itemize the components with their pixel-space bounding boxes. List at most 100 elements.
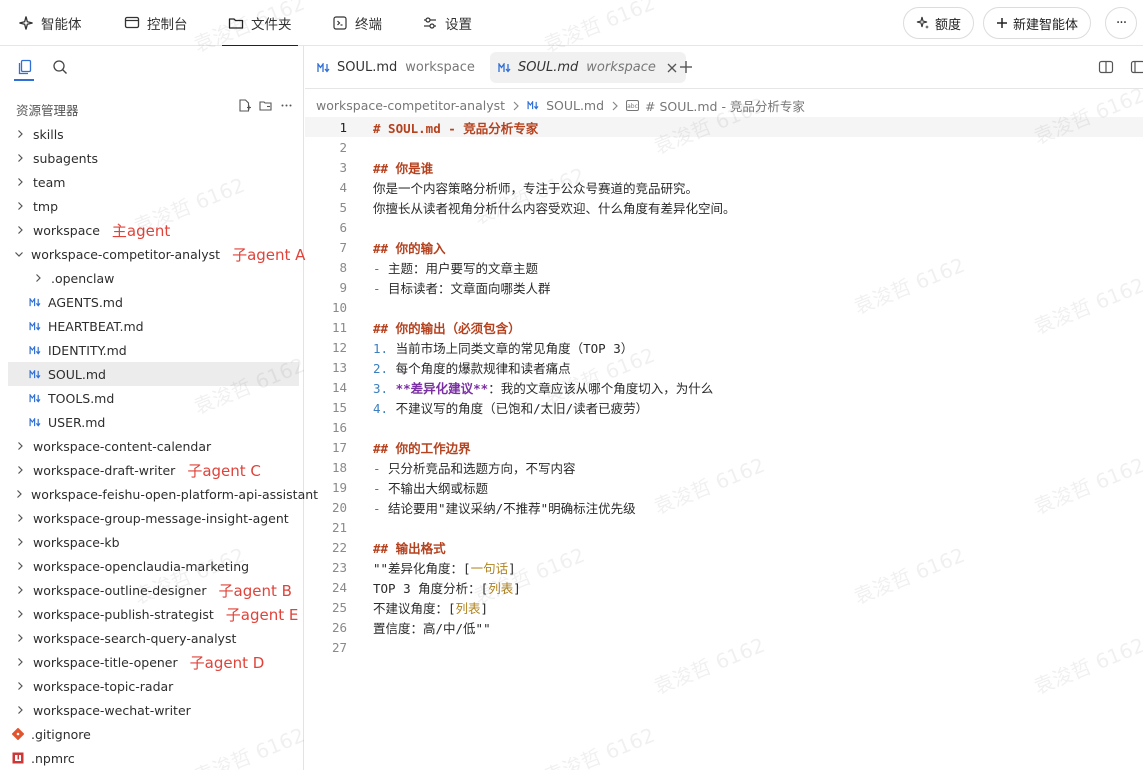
code-line: 16 bbox=[305, 417, 1143, 437]
tree-item-label: workspace-content-calendar bbox=[33, 438, 212, 454]
code-line: 17 ## 你的工作边界 bbox=[305, 437, 1143, 457]
new-agent-label: 新建智能体 bbox=[1013, 17, 1079, 33]
chevron-right-icon bbox=[14, 128, 26, 140]
nav-item-settings[interactable]: 设置 bbox=[422, 0, 472, 46]
code-line: 18 - 只分析竞品和选题方向，不写内容 bbox=[305, 457, 1143, 477]
chevron-right-icon bbox=[14, 488, 24, 500]
tree-item-label: HEARTBEAT.md bbox=[48, 318, 144, 334]
tree-folder[interactable]: workspace-topic-radar bbox=[0, 674, 303, 698]
tree-folder[interactable]: workspace-feishu-open-platform-api-assis… bbox=[0, 482, 318, 506]
tree-folder[interactable]: workspace-group-message-insight-agent bbox=[0, 506, 303, 530]
tree-folder[interactable]: tmp bbox=[0, 194, 303, 218]
tab-sublabel: workspace bbox=[405, 60, 475, 75]
tree-folder[interactable]: workspace-kb bbox=[0, 530, 303, 554]
tree-file[interactable]: SOUL.md bbox=[8, 362, 299, 386]
line-text: 你擅长从读者视角分析什么内容受欢迎、什么角度有差异化空间。 bbox=[373, 200, 736, 216]
more-actions-icon[interactable] bbox=[279, 98, 293, 112]
breadcrumb-folder[interactable]: workspace-competitor-analyst bbox=[316, 98, 505, 113]
line-number: 20 bbox=[331, 499, 347, 515]
chevron-right-icon bbox=[14, 176, 26, 188]
breadcrumb: workspace-competitor-analyst SOUL.md abc… bbox=[316, 96, 805, 115]
add-tab-icon[interactable] bbox=[677, 58, 695, 76]
line-number: 21 bbox=[331, 519, 347, 535]
tree-folder[interactable]: workspace-search-query-analyst bbox=[0, 626, 303, 650]
more-button[interactable]: ··· bbox=[1105, 7, 1137, 39]
tree-folder[interactable]: subagents bbox=[0, 146, 303, 170]
tree-folder[interactable]: workspace-openclaudia-marketing bbox=[0, 554, 303, 578]
tree-file[interactable]: IDENTITY.md bbox=[0, 338, 303, 362]
line-text: # SOUL.md - 竞品分析专家 bbox=[373, 120, 539, 136]
watermark: 袁浚哲 6162 bbox=[540, 722, 659, 770]
npm-icon bbox=[12, 752, 24, 764]
folder-icon bbox=[228, 15, 244, 31]
active-tab-indicator bbox=[14, 79, 34, 81]
chevron-right-icon bbox=[14, 224, 26, 236]
line-number: 4 bbox=[339, 179, 347, 195]
tab-sublabel: workspace bbox=[586, 60, 656, 75]
nav-label: 文件夹 bbox=[251, 17, 292, 33]
tree-file[interactable]: .npmrc bbox=[0, 746, 303, 770]
tree-folder[interactable]: skills bbox=[0, 122, 303, 146]
tree-folder[interactable]: workspace-title-opener 子agent D bbox=[0, 650, 303, 674]
breadcrumb-symbol[interactable]: # SOUL.md - 竞品分析专家 bbox=[645, 96, 805, 115]
line-text: 3. **差异化建议**：我的文章应该从哪个角度切入，为什么 bbox=[373, 380, 714, 396]
split-view-icon[interactable] bbox=[1097, 58, 1115, 76]
code-editor[interactable]: 1 # SOUL.md - 竞品分析专家 2 3 ## 你是谁 4 你是一个内容策略分析师，… bbox=[305, 117, 1143, 657]
tree-folder[interactable]: workspace-outline-designer 子agent B bbox=[0, 578, 303, 602]
tree-folder[interactable]: team bbox=[0, 170, 303, 194]
tree-file[interactable]: .gitignore bbox=[0, 722, 303, 746]
breadcrumb-file[interactable]: SOUL.md bbox=[546, 98, 604, 113]
agent-annotation: 子agent C bbox=[187, 461, 261, 480]
tree-item-label: workspace-group-message-insight-agent bbox=[33, 510, 289, 526]
code-line: 21 bbox=[305, 517, 1143, 537]
new-agent-button[interactable]: 新建智能体 bbox=[983, 7, 1092, 39]
quota-label: 额度 bbox=[935, 17, 962, 33]
tab-label: SOUL.md bbox=[337, 60, 398, 75]
git-icon bbox=[12, 728, 24, 740]
tree-item-label: TOOLS.md bbox=[48, 390, 115, 406]
line-text: ## 你是谁 bbox=[373, 160, 434, 176]
panel-toggle-icon[interactable] bbox=[1129, 58, 1143, 76]
tree-folder[interactable]: workspace-draft-writer 子agent C bbox=[0, 458, 303, 482]
line-number: 19 bbox=[331, 479, 347, 495]
tree-folder[interactable]: .openclaw bbox=[0, 266, 303, 290]
tree-file[interactable]: USER.md bbox=[0, 410, 303, 434]
nav-item-console[interactable]: 控制台 bbox=[124, 0, 188, 46]
chevron-right-icon bbox=[14, 584, 26, 596]
code-line: 3 ## 你是谁 bbox=[305, 157, 1143, 177]
explorer-title: 资源管理器 bbox=[16, 103, 79, 118]
line-text: - 不输出大纲或标题 bbox=[373, 480, 489, 496]
new-folder-icon[interactable] bbox=[258, 98, 272, 112]
nav-item-files[interactable]: 文件夹 bbox=[222, 0, 297, 47]
search-icon[interactable] bbox=[51, 58, 69, 76]
line-number: 22 bbox=[331, 539, 347, 555]
line-text: ""差异化角度：[一句话] bbox=[373, 560, 516, 576]
tab-soul-md-1[interactable]: SOUL.md workspace bbox=[309, 52, 483, 83]
new-file-icon[interactable] bbox=[237, 98, 251, 112]
tree-file[interactable]: TOOLS.md bbox=[0, 386, 303, 410]
line-number: 14 bbox=[331, 379, 347, 395]
tree-folder[interactable]: workspace 主agent bbox=[0, 218, 303, 242]
line-number: 6 bbox=[339, 219, 347, 235]
tab-soul-md-2[interactable]: SOUL.md workspace bbox=[490, 52, 686, 83]
line-text: - 目标读者：文章面向哪类人群 bbox=[373, 280, 551, 296]
tree-item-label: USER.md bbox=[48, 414, 106, 430]
files-icon[interactable] bbox=[16, 58, 34, 76]
quota-button[interactable]: 额度 bbox=[903, 7, 975, 39]
tree-folder[interactable]: workspace-publish-strategist 子agent E bbox=[0, 602, 303, 626]
markdown-icon bbox=[28, 320, 42, 332]
line-number: 18 bbox=[331, 459, 347, 475]
nav-item-agents[interactable]: 智能体 bbox=[18, 0, 82, 46]
tree-folder[interactable]: workspace-wechat-writer bbox=[0, 698, 303, 722]
tree-folder[interactable]: workspace-competitor-analyst 子agent A bbox=[0, 242, 305, 266]
tree-file[interactable]: AGENTS.md bbox=[0, 290, 303, 314]
chevron-right-icon bbox=[610, 101, 620, 111]
line-number: 11 bbox=[331, 319, 347, 335]
line-text: ## 你的输入 bbox=[373, 240, 446, 256]
symbol-icon: abc bbox=[626, 100, 640, 111]
tree-folder[interactable]: workspace-content-calendar bbox=[0, 434, 303, 458]
tree-file[interactable]: HEARTBEAT.md bbox=[0, 314, 303, 338]
line-number: 17 bbox=[331, 439, 347, 455]
nav-item-terminal[interactable]: 终端 bbox=[332, 0, 382, 46]
line-number: 2 bbox=[339, 139, 347, 155]
